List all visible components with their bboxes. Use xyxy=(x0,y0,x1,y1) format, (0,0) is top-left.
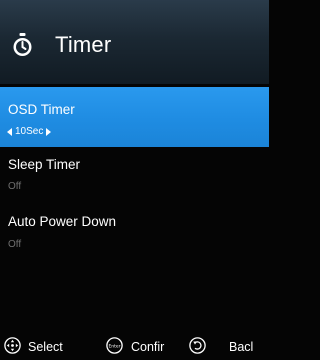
button-hint-bar: Select Enter Confir Bacl xyxy=(0,333,269,360)
confirm-hint-label: Confir xyxy=(131,340,165,354)
page-title: Timer xyxy=(55,32,112,57)
back-hint-label: Bacl xyxy=(229,340,254,354)
arrow-right-icon[interactable] xyxy=(46,128,52,136)
menu-item-value: Off xyxy=(8,181,22,192)
timer-menu-list: OSD Timer 10Sec Sleep Timer Off Auto Pow… xyxy=(0,84,269,304)
select-hint-label: Select xyxy=(28,340,63,354)
stopwatch-icon xyxy=(12,33,33,57)
menu-item-label: Sleep Timer xyxy=(8,157,81,172)
menu-header: Timer xyxy=(0,0,269,84)
arrow-left-icon[interactable] xyxy=(7,128,12,136)
value-selector[interactable]: 10Sec xyxy=(7,126,52,138)
dpad-icon xyxy=(4,337,21,354)
menu-item-value: Off xyxy=(8,239,22,250)
menu-item-osd-timer[interactable]: OSD Timer 10Sec xyxy=(0,87,269,147)
svg-text:Enter: Enter xyxy=(108,343,120,349)
enter-button-icon: Enter xyxy=(106,337,123,354)
menu-item-auto-power-down[interactable]: Auto Power Down Off xyxy=(0,214,269,254)
menu-item-label: OSD Timer xyxy=(8,102,75,117)
menu-item-label: Auto Power Down xyxy=(8,214,117,229)
menu-item-value: 10Sec xyxy=(15,126,44,137)
back-arrow-icon xyxy=(189,337,206,354)
timer-menu-screen: Timer OSD Timer 10Sec Sleep Timer Off Au… xyxy=(0,0,269,360)
menu-item-sleep-timer[interactable]: Sleep Timer Off xyxy=(0,157,269,197)
